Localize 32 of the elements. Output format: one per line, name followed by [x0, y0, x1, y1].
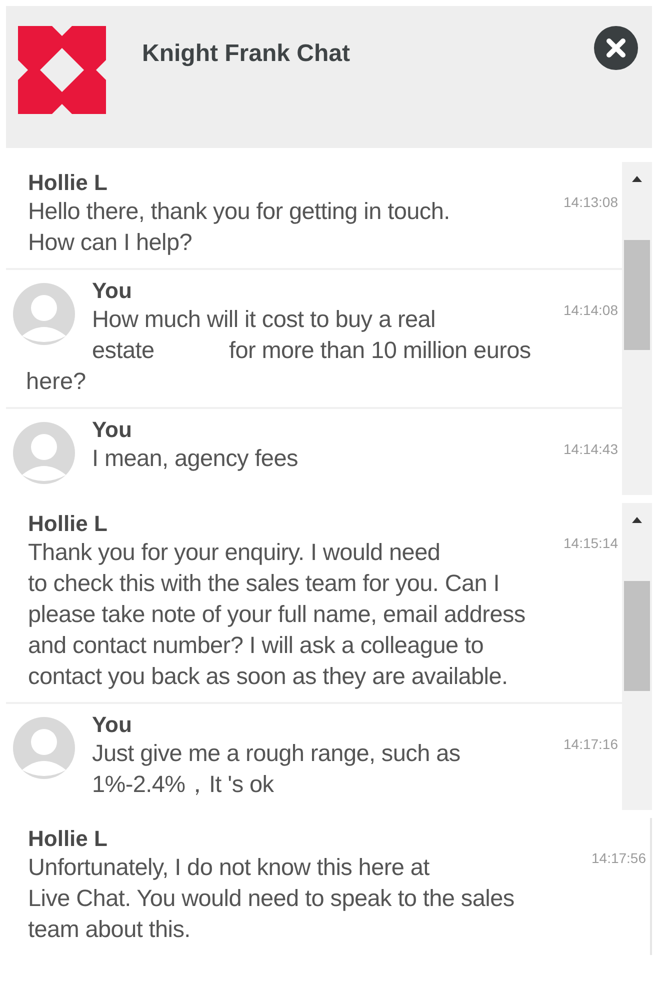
scroll-up-icon[interactable] [630, 174, 644, 184]
message-text: Hello there, thank you for getting in touch. How can I help? [28, 197, 451, 257]
avatar-icon [12, 421, 76, 485]
scroll-up-icon[interactable] [630, 515, 644, 525]
message-text: Thank you for your enquiry. I would need to check this with the sales team for you. Can I please take note of your full name, email address and contact number? I will ask a colleague to contact you back as soon as they are available. [28, 538, 526, 691]
timestamp: 14:13:08 [562, 193, 619, 212]
avatar-icon [12, 282, 76, 346]
scroll-thumb[interactable] [624, 240, 650, 350]
scrollbar[interactable] [622, 162, 652, 495]
sender-name: Hollie L [28, 511, 108, 537]
timestamp: 14:17:16 [562, 735, 619, 754]
message-text: Unfortunately, I do not know this here at Live Chat. You would need to speak to the sales team about this. [28, 853, 516, 944]
timestamp: 14:15:14 [562, 534, 619, 553]
avatar-icon [12, 716, 76, 780]
sender-name: Hollie L [28, 826, 108, 852]
message-text: How much will it cost to buy a real estate for more than 10 million euros [92, 305, 532, 365]
scroll-thumb[interactable] [624, 581, 650, 691]
close-icon [606, 38, 626, 58]
scrollbar[interactable] [622, 503, 652, 810]
sender-name: You [92, 278, 133, 304]
chat-title: Knight Frank Chat [142, 40, 351, 68]
close-button[interactable] [594, 26, 638, 70]
message-text: I mean, agency fees [92, 444, 299, 473]
sender-name: Hollie L [28, 170, 108, 196]
sender-name: You [92, 417, 133, 443]
timestamp: 14:17:56 [590, 849, 647, 868]
timestamp: 14:14:08 [562, 301, 619, 320]
message-text: Just give me a rough range, such as 1%-2.4%，It 's ok [92, 739, 462, 799]
message-text: here? [26, 367, 88, 396]
sender-name: You [92, 712, 133, 738]
logo-icon [18, 26, 106, 114]
timestamp: 14:14:43 [562, 440, 619, 459]
